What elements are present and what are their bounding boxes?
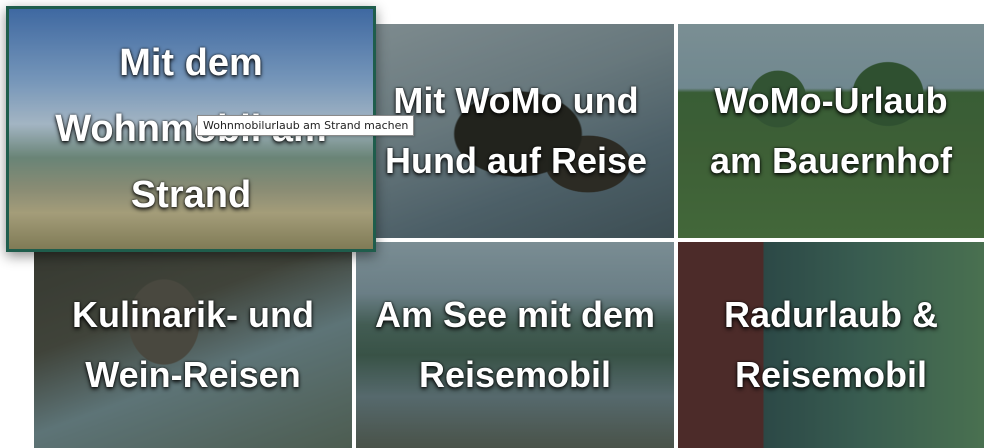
tile-label: Am See mit dem Reisemobil [374,294,656,395]
tooltip: Wohnmobilurlaub am Strand machen [197,115,415,136]
tile-label: WoMo-Urlaub am Bauernhof [709,80,953,181]
tile-bike[interactable]: Radurlaub & Reisemobil [678,242,984,448]
tile-label: Radurlaub & Reisemobil [723,294,938,395]
tile-culinary-wine[interactable]: Kulinarik- und Wein-Reisen [34,242,352,448]
tile-lake[interactable]: Am See mit dem Reisemobil [356,242,674,448]
tile-farm-holiday[interactable]: WoMo-Urlaub am Bauernhof [678,24,984,238]
tile-label: Kulinarik- und Wein-Reisen [72,294,314,395]
